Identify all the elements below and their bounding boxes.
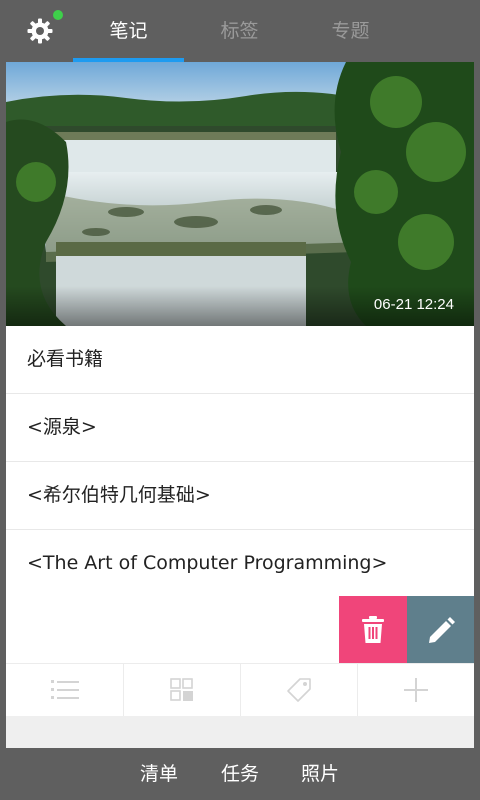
tab-topics[interactable]: 专题 [295,0,406,62]
list-item[interactable]: <希尔伯特几何基础> [6,462,474,530]
top-bar: 笔记 标签 专题 [0,0,480,62]
note-actions [6,596,474,663]
pencil-icon [428,616,455,643]
note-card[interactable]: 06-21 12:24 必看书籍 <源泉> <希尔伯特几何基础> <The Ar… [6,62,474,748]
bottom-nav-photos[interactable]: 照片 [301,748,339,800]
trash-icon [362,615,384,643]
list-item[interactable]: 必看书籍 [6,326,474,394]
bottom-nav-tasks[interactable]: 任务 [221,748,259,800]
settings-button[interactable] [26,17,54,45]
tab-tags[interactable]: 标签 [184,0,295,62]
gear-icon [27,18,53,44]
edit-button[interactable] [407,596,474,663]
tag-icon [286,678,311,702]
tab-notes[interactable]: 笔记 [73,0,184,62]
numbered-list-icon [50,680,79,699]
grid-tool-button[interactable] [123,664,241,716]
app-screen: 笔记 标签 专题 06-21 12:24 必看书籍 <源泉> <希尔伯特几何基础… [0,0,480,800]
bottom-nav: 清单 任务 照片 [0,748,480,800]
grid-icon [169,678,193,701]
note-toolbar [6,663,474,716]
note-photo[interactable]: 06-21 12:24 [6,62,474,326]
status-dot [53,10,63,20]
list-tool-button[interactable] [6,664,124,716]
delete-button[interactable] [339,596,407,663]
bottom-nav-checklist[interactable]: 清单 [140,748,178,800]
note-timestamp: 06-21 12:24 [373,296,454,313]
note-checklist: 必看书籍 <源泉> <希尔伯特几何基础> <The Art of Compute… [6,326,474,598]
tag-tool-button[interactable] [240,664,358,716]
list-item[interactable]: <源泉> [6,394,474,462]
plus-icon [403,678,428,702]
list-item[interactable]: <The Art of Computer Programming> [6,530,474,598]
add-tool-button[interactable] [357,664,474,716]
